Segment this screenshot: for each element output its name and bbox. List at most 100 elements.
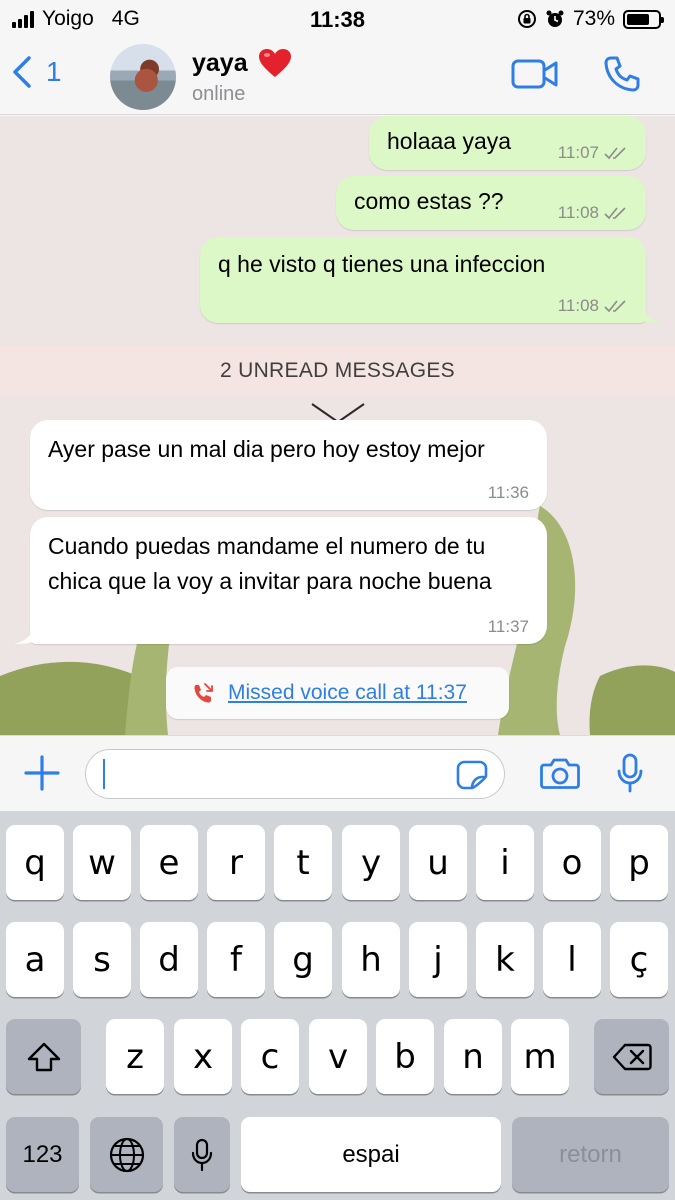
key-d[interactable]: d: [140, 922, 198, 997]
key-x[interactable]: x: [174, 1019, 232, 1094]
key-v[interactable]: v: [309, 1019, 367, 1094]
message-meta: 11:36: [488, 484, 529, 502]
message-incoming[interactable]: Ayer pase un mal dia pero hoy estoy mejo…: [30, 420, 547, 510]
globe-key[interactable]: [90, 1117, 163, 1192]
backspace-icon: [612, 1043, 652, 1070]
key-b[interactable]: b: [376, 1019, 434, 1094]
key-u[interactable]: u: [409, 825, 467, 900]
numbers-key[interactable]: 123: [6, 1117, 79, 1192]
chevron-left-icon: [13, 56, 31, 88]
message-time: 11:08: [557, 203, 599, 222]
microphone-icon: [617, 753, 643, 793]
battery-percent: 73%: [572, 7, 615, 30]
message-input-field[interactable]: [85, 749, 505, 799]
message-input[interactable]: [102, 750, 442, 796]
key-c[interactable]: c: [241, 1019, 299, 1094]
battery-icon: [623, 9, 664, 29]
contact-name-row: yaya: [192, 48, 292, 78]
message-text: como estas ??: [354, 188, 504, 214]
message-meta: 11:08: [558, 297, 628, 315]
voice-call-button[interactable]: [603, 55, 641, 98]
status-bar: Yoigo 4G 11:38 73%: [0, 0, 675, 40]
message-text: q he visto q tienes una infeccion: [218, 251, 546, 277]
key-c-cedilla[interactable]: ç: [610, 922, 668, 997]
key-y[interactable]: y: [342, 825, 400, 900]
missed-call-label: Missed voice call at 11:37: [228, 681, 467, 704]
globe-icon: [109, 1137, 144, 1172]
message-incoming[interactable]: Cuando puedas mandame el numero de tu ch…: [30, 517, 547, 644]
message-time: 11:36: [487, 483, 529, 502]
status-right: 73%: [517, 7, 664, 31]
bubble-tail: [14, 624, 36, 644]
key-n[interactable]: n: [444, 1019, 502, 1094]
sticker-icon: [456, 760, 488, 790]
message-outgoing[interactable]: holaaa yaya 11:07: [369, 116, 646, 170]
message-time: 11:37: [487, 617, 529, 636]
conversation[interactable]: holaaa yaya 11:07 como estas ?? 11:08 q …: [0, 116, 675, 735]
orientation-lock-icon: [517, 10, 536, 28]
read-receipt-icon: [604, 300, 626, 313]
message-outgoing[interactable]: q he visto q tienes una infeccion 11:08: [200, 237, 646, 323]
unread-messages-banner: 2 UNREAD MESSAGES: [0, 346, 675, 396]
video-call-button[interactable]: [511, 58, 559, 95]
read-receipt-icon: [604, 207, 626, 220]
bubble-tail: [640, 303, 662, 323]
key-m[interactable]: m: [511, 1019, 569, 1094]
heart-icon: [258, 49, 291, 77]
key-o[interactable]: o: [543, 825, 601, 900]
alarm-clock-icon: [546, 10, 564, 27]
key-j[interactable]: j: [409, 922, 467, 997]
contact-info[interactable]: yaya online: [192, 48, 292, 106]
camera-button[interactable]: [540, 756, 580, 795]
key-k[interactable]: k: [476, 922, 534, 997]
dictation-key[interactable]: [174, 1117, 230, 1192]
key-e[interactable]: e: [140, 825, 198, 900]
key-t[interactable]: t: [274, 825, 332, 900]
shift-key[interactable]: [6, 1019, 81, 1094]
chat-header: 1 yaya online: [0, 40, 675, 115]
message-outgoing[interactable]: como estas ?? 11:08: [336, 176, 646, 230]
phone-icon: [604, 56, 640, 92]
key-l[interactable]: l: [543, 922, 601, 997]
backspace-key[interactable]: [594, 1019, 669, 1094]
message-text: Cuando puedas mandame el numero de tu ch…: [48, 533, 492, 594]
keyboard: q w e r t y u i o p a s d f g h j k l ç …: [0, 811, 675, 1200]
key-r[interactable]: r: [207, 825, 265, 900]
video-camera-icon: [511, 59, 558, 89]
sticker-button[interactable]: [456, 760, 488, 795]
message-meta: 11:07: [558, 144, 628, 162]
message-text: holaaa yaya: [387, 128, 512, 154]
avatar[interactable]: [110, 44, 176, 110]
key-a[interactable]: a: [6, 922, 64, 997]
key-z[interactable]: z: [106, 1019, 164, 1094]
microphone-icon: [191, 1138, 213, 1171]
voice-message-button[interactable]: [616, 753, 644, 798]
battery-level: [627, 13, 649, 25]
key-f[interactable]: f: [207, 922, 265, 997]
back-button[interactable]: 1: [12, 55, 62, 89]
camera-icon: [540, 758, 580, 789]
contact-status: online: [192, 83, 246, 105]
space-key[interactable]: espai: [241, 1117, 501, 1192]
attach-button[interactable]: [24, 755, 60, 796]
plus-icon: [24, 755, 60, 791]
key-s[interactable]: s: [73, 922, 131, 997]
key-h[interactable]: h: [342, 922, 400, 997]
message-time: 11:08: [557, 296, 599, 315]
missed-call-icon: [194, 683, 213, 703]
missed-call-notice[interactable]: Missed voice call at 11:37: [166, 667, 509, 719]
message-text: Ayer pase un mal dia pero hoy estoy mejo…: [48, 436, 485, 462]
key-q[interactable]: q: [6, 825, 64, 900]
read-receipt-icon: [604, 147, 626, 160]
key-i[interactable]: i: [476, 825, 534, 900]
return-key[interactable]: retorn: [512, 1117, 669, 1192]
message-meta: 11:08: [558, 204, 628, 222]
key-g[interactable]: g: [274, 922, 332, 997]
key-w[interactable]: w: [73, 825, 131, 900]
text-cursor: [103, 759, 105, 789]
contact-name: yaya: [192, 48, 248, 77]
unread-chats-count: 1: [46, 56, 62, 87]
key-p[interactable]: p: [610, 825, 668, 900]
message-meta: 11:37: [488, 618, 529, 636]
message-time: 11:07: [557, 143, 599, 162]
